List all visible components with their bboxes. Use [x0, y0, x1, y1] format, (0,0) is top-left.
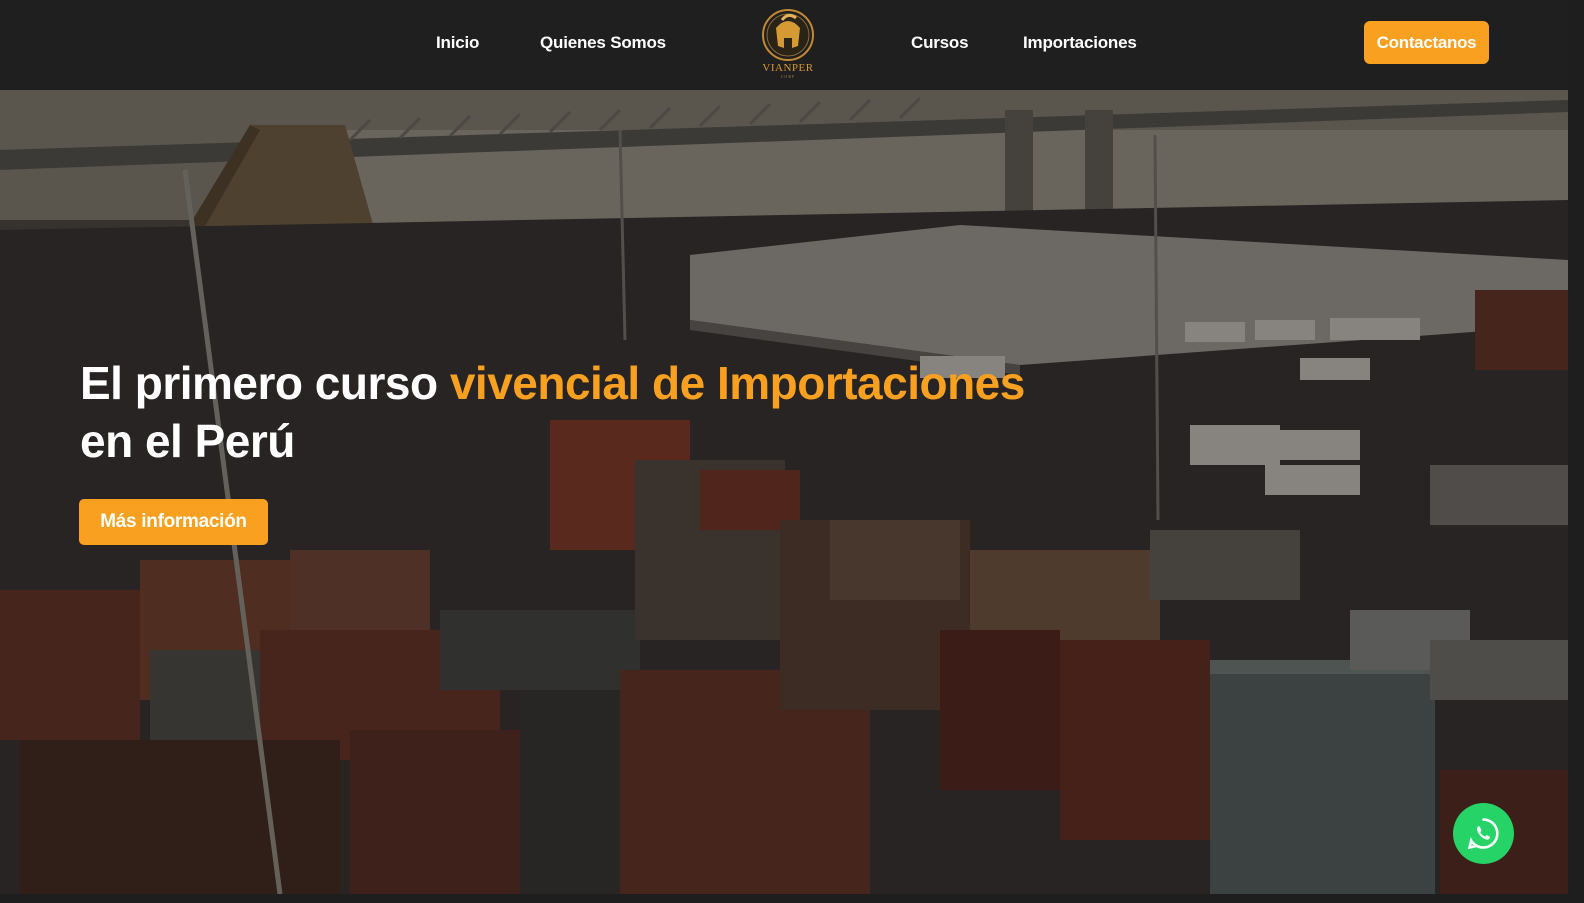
- nav-link-importaciones[interactable]: Importaciones: [1023, 31, 1137, 55]
- nav-link-cursos[interactable]: Cursos: [911, 31, 969, 55]
- nav-link-quienes-somos[interactable]: Quienes Somos: [540, 31, 666, 55]
- headline-text-part1: El primero curso: [80, 357, 450, 409]
- contact-button[interactable]: Contactanos: [1364, 21, 1489, 64]
- whatsapp-button[interactable]: [1453, 803, 1514, 864]
- top-navbar: Inicio Quienes Somos VIANPER CORP Cursos…: [0, 0, 1568, 90]
- logo-wordmark: VIANPER: [762, 62, 814, 74]
- hero-section: El primero curso vivencial de Importacio…: [0, 90, 1568, 894]
- brand-logo[interactable]: VIANPER CORP: [752, 8, 824, 79]
- headline-text-part2: en el Perú: [80, 415, 295, 467]
- more-info-button[interactable]: Más información: [79, 499, 268, 545]
- logo-subtext: CORP: [780, 74, 796, 79]
- whatsapp-icon: [1467, 818, 1499, 850]
- spartan-helmet-icon: [762, 9, 814, 61]
- nav-link-inicio[interactable]: Inicio: [436, 31, 479, 55]
- hero-background-image: [0, 90, 1568, 894]
- hero-headline: El primero curso vivencial de Importacio…: [80, 354, 1130, 470]
- headline-accent-text: vivencial de Importaciones: [449, 357, 1026, 409]
